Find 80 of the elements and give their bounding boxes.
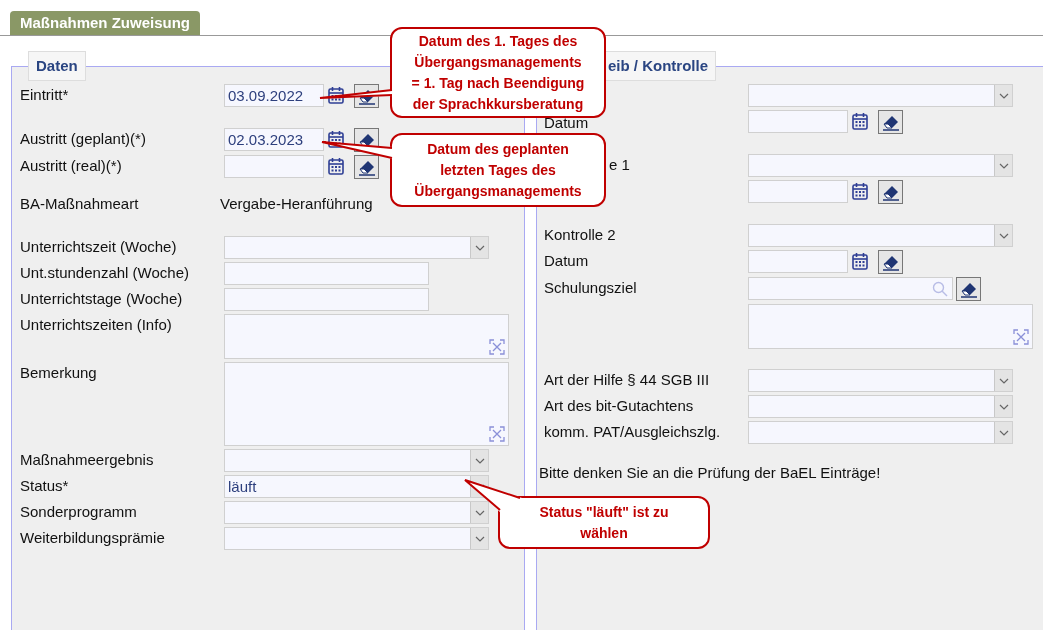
- chevron-down-icon: [998, 377, 1009, 384]
- input-field[interactable]: [224, 262, 429, 285]
- dropdown-field[interactable]: [748, 395, 1013, 418]
- dropdown-field[interactable]: [224, 449, 489, 472]
- eraser-button[interactable]: [878, 250, 903, 274]
- callout-bubble: Datum des geplanten letzten Tages des Übergangsmanagements: [390, 133, 606, 207]
- eraser-button[interactable]: [354, 155, 379, 179]
- field-label: Status*: [20, 477, 69, 494]
- expand-icon[interactable]: [489, 339, 505, 355]
- calendar-icon[interactable]: [328, 86, 344, 104]
- field-label: e 1: [609, 156, 630, 173]
- field-label: Schulungsziel: [544, 279, 637, 296]
- panel-legend: Daten: [28, 51, 86, 81]
- chevron-down-icon: [474, 457, 485, 464]
- date-field[interactable]: [748, 180, 848, 203]
- field-value: Vergabe-Heranführung: [220, 194, 373, 212]
- eraser-button[interactable]: [878, 180, 903, 204]
- chevron-down-icon: [474, 535, 485, 542]
- field-label: Eintritt*: [20, 86, 69, 103]
- calendar-icon[interactable]: [328, 130, 344, 148]
- callout-pointer: [463, 478, 523, 512]
- field-label: Bemerkung: [20, 364, 97, 381]
- eraser-button[interactable]: [878, 110, 903, 134]
- eraser-button[interactable]: [956, 277, 981, 301]
- eraser-icon: [880, 183, 901, 201]
- field-label: Austritt (geplant)(*): [20, 130, 146, 147]
- eraser-icon: [958, 280, 979, 298]
- notice-text: Bitte denken Sie an die Prüfung der BaEL Einträge!: [539, 464, 882, 481]
- chevron-down-icon: [998, 403, 1009, 410]
- chevron-down-icon: [998, 232, 1009, 239]
- chevron-down-icon: [474, 509, 485, 516]
- dropdown-field[interactable]: [748, 369, 1013, 392]
- field-label: Art der Hilfe § 44 SGB III: [544, 371, 710, 388]
- date-field[interactable]: 02.03.2023: [224, 128, 324, 151]
- dropdown-field[interactable]: [748, 421, 1013, 444]
- search-field[interactable]: [748, 277, 953, 300]
- calendar-icon[interactable]: [852, 112, 868, 130]
- field-label: Kontrolle 2: [544, 226, 616, 243]
- dropdown-field[interactable]: [748, 84, 1013, 107]
- textarea-field[interactable]: [224, 314, 509, 359]
- field-label: Art des bit-Gutachtens: [544, 397, 694, 414]
- search-icon: [932, 280, 948, 297]
- dropdown-field[interactable]: [224, 527, 489, 550]
- field-label: Weiterbildungsprämie: [20, 529, 165, 546]
- field-label: komm. PAT/Ausgleichszlg.: [544, 423, 721, 440]
- expand-icon[interactable]: [1013, 329, 1029, 345]
- calendar-icon[interactable]: [328, 157, 344, 175]
- field-label: Unterrichtszeit (Woche): [20, 238, 177, 255]
- date-field[interactable]: [748, 110, 848, 133]
- callout-bubble: Status "läuft" ist zu wählen: [498, 496, 710, 549]
- chevron-down-icon: [998, 429, 1009, 436]
- chevron-down-icon: [998, 92, 1009, 99]
- eraser-icon: [356, 158, 377, 176]
- field-label: Datum: [544, 252, 589, 269]
- eraser-icon: [880, 253, 901, 271]
- chevron-down-icon: [998, 162, 1009, 169]
- dropdown-field[interactable]: [224, 236, 489, 259]
- calendar-icon[interactable]: [852, 182, 868, 200]
- field-label: Austritt (real)(*): [20, 157, 122, 174]
- date-field[interactable]: [224, 155, 324, 178]
- dropdown-field[interactable]: [748, 224, 1013, 247]
- textarea-field[interactable]: [224, 362, 509, 446]
- calendar-icon[interactable]: [852, 252, 868, 270]
- date-field[interactable]: [748, 250, 848, 273]
- field-label: Sonderprogramm: [20, 503, 137, 520]
- field-label: Unterrichtstage (Woche): [20, 290, 183, 307]
- expand-icon[interactable]: [489, 426, 505, 442]
- field-label: Unt.stundenzahl (Woche): [20, 264, 189, 281]
- field-label: BA-Maßnahmeart: [20, 195, 139, 212]
- textarea-field[interactable]: [748, 304, 1033, 349]
- eraser-icon: [880, 113, 901, 131]
- dropdown-field[interactable]: [748, 154, 1013, 177]
- callout-bubble: Datum des 1. Tages des Übergangsmanagements = 1. Tag nach Beendigung der Sprachkkursberatung: [390, 27, 606, 118]
- dropdown-field[interactable]: läuft: [224, 475, 489, 498]
- field-label: Unterrichtszeiten (Info): [20, 316, 172, 333]
- dropdown-field[interactable]: [224, 501, 489, 524]
- chevron-down-icon: [474, 244, 485, 251]
- input-field[interactable]: [224, 288, 429, 311]
- field-label: Maßnahmeergebnis: [20, 451, 154, 468]
- date-field[interactable]: 03.09.2022: [224, 84, 324, 107]
